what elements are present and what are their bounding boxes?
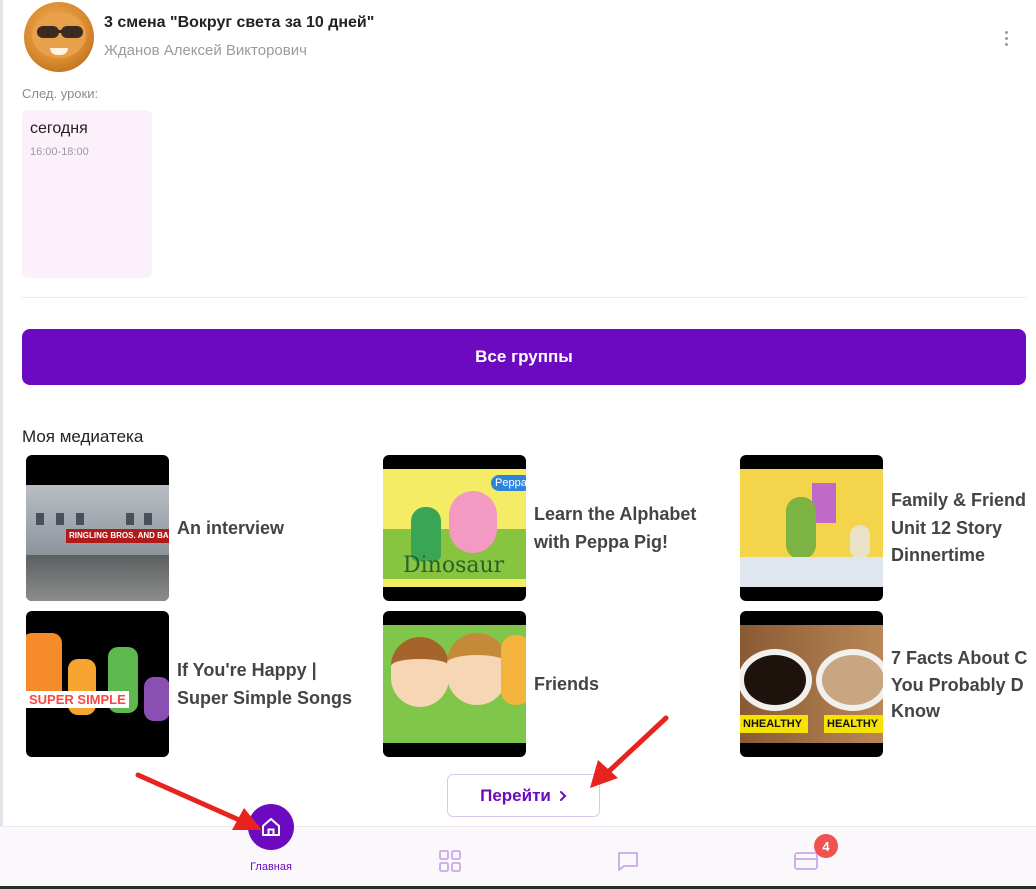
thumbnail-tag: NHEALTHY (740, 715, 808, 733)
media-item-title-line1: 7 Facts About C (891, 648, 1028, 668)
media-item-title: Friends (534, 674, 600, 694)
arrow-to-home-icon (135, 772, 262, 830)
media-item-title-line2: You Probably D (891, 675, 1024, 695)
media-item-coffee-facts[interactable]: NHEALTHY HEALTHY 7 Facts About C You Pro… (740, 611, 1036, 757)
more-vertical-icon[interactable] (996, 26, 1016, 50)
nav-chat-button[interactable] (614, 847, 642, 875)
media-item-title-line1: Family & Friend (891, 490, 1027, 510)
media-item-friends[interactable]: Friends (383, 611, 613, 757)
media-item-if-youre-happy[interactable]: SUPER SIMPLE If You're Happy | Super Sim… (26, 611, 366, 757)
video-thumbnail: NHEALTHY HEALTHY (740, 611, 883, 757)
video-thumbnail: RINGLING BROS. AND BARNUM (26, 455, 169, 601)
next-lessons-label: След. уроки: (22, 86, 99, 101)
chevron-right-icon (559, 790, 567, 801)
nav-home-button[interactable] (248, 804, 294, 850)
media-item-title-line2: with Peppa Pig! (534, 532, 669, 552)
grid-icon (439, 850, 461, 872)
all-groups-button[interactable]: Все группы (22, 329, 1026, 385)
media-item-title-line2: Unit 12 Story (891, 518, 1003, 538)
thumbnail-text: RINGLING BROS. AND BARNUM (66, 529, 169, 543)
group-avatar[interactable] (24, 2, 94, 72)
media-item-title: An interview (177, 518, 285, 538)
media-item-title-line1: If You're Happy | (177, 660, 317, 680)
lesson-card[interactable]: сегодня 16:00-18:00 (22, 110, 152, 278)
media-item-title-line2: Super Simple Songs (177, 688, 353, 708)
nav-groups-button[interactable] (436, 847, 464, 875)
thumbnail-text: SUPER SIMPLE (26, 691, 129, 708)
notification-badge: 4 (814, 834, 838, 858)
video-thumbnail (383, 611, 526, 757)
video-thumbnail: SUPER SIMPLE (26, 611, 169, 757)
thumbnail-text: Dinosaur (403, 553, 505, 578)
media-item-peppa[interactable]: Peppa Dinosaur Learn the Alphabet with P… (383, 455, 723, 601)
group-teacher: Жданов Алексей Викторович (104, 42, 307, 59)
divider (22, 297, 1026, 298)
bottom-navigation (0, 826, 1036, 886)
group-title[interactable]: 3 смена "Вокруг света за 10 дней" (104, 14, 374, 32)
media-item-family-friends[interactable]: Family & Friend Unit 12 Story Dinnertime (740, 455, 1036, 601)
video-thumbnail: Peppa Dinosaur (383, 455, 526, 601)
media-item-title-line1: Learn the Alphabet (534, 504, 697, 524)
goto-button-label: Перейти (480, 785, 551, 805)
media-library-title: Моя медиатека (22, 427, 144, 446)
media-item-interview[interactable]: RINGLING BROS. AND BARNUM An interview (26, 455, 356, 601)
media-item-title-line3: Dinnertime (891, 545, 986, 565)
video-thumbnail (740, 455, 883, 601)
card-icon (794, 852, 818, 870)
lesson-time: 16:00-18:00 (30, 146, 89, 158)
lesson-day: сегодня (30, 120, 88, 137)
window-edge (0, 0, 3, 889)
nav-home-label: Главная (250, 861, 292, 873)
thumbnail-logo: Peppa (491, 475, 526, 491)
goto-button[interactable]: Перейти (447, 774, 600, 817)
thumbnail-tag: HEALTHY (824, 715, 883, 733)
chat-icon (618, 852, 638, 871)
media-item-title-line3: Know (891, 701, 940, 721)
home-icon (262, 818, 280, 836)
